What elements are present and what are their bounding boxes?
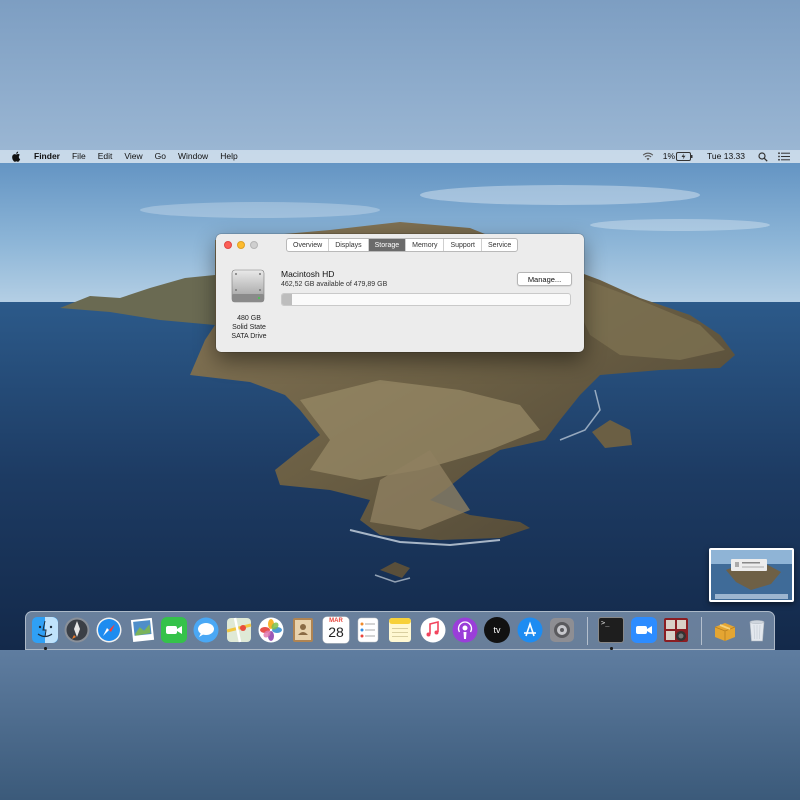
calendar-day: 28 <box>328 624 344 640</box>
disk-info: 480 GB Solid State SATA Drive <box>222 314 276 341</box>
tv-icon[interactable]: tv <box>484 617 510 643</box>
volume-availability: 462,52 GB available of 479,89 GB <box>281 281 388 288</box>
dock-separator-2 <box>701 617 702 645</box>
photo-booth-icon[interactable] <box>663 617 689 643</box>
facetime-icon[interactable] <box>161 617 187 643</box>
desktop-wallpaper <box>0 150 800 650</box>
menu-file[interactable]: File <box>66 150 92 163</box>
tab-displays[interactable]: Displays <box>329 239 369 251</box>
menu-window[interactable]: Window <box>172 150 214 163</box>
terminal-icon[interactable]: >_ <box>598 617 624 643</box>
tv-icon-label: tv <box>493 625 501 635</box>
hard-drive-icon <box>231 269 265 303</box>
music-icon[interactable] <box>420 617 446 643</box>
tab-bar: Overview Displays Storage Memory Support… <box>286 238 519 252</box>
tab-memory[interactable]: Memory <box>406 239 445 251</box>
app-store-icon[interactable] <box>517 617 543 643</box>
system-preferences-icon[interactable] <box>549 617 575 643</box>
menu-app-name[interactable]: Finder <box>28 150 66 163</box>
spotlight-icon[interactable] <box>758 151 768 162</box>
menu-clock[interactable]: Tue 13.33 <box>707 150 745 163</box>
zoom-button <box>250 241 258 249</box>
trash-icon[interactable] <box>744 617 770 643</box>
tab-storage[interactable]: Storage <box>368 239 407 251</box>
disk-size: 480 GB <box>237 315 261 322</box>
desktop: Finder File Edit View Go Window Help 1% <box>0 150 800 650</box>
calendar-icon[interactable]: MAR 28 <box>323 617 349 643</box>
running-indicator-terminal <box>610 647 613 650</box>
screenshot-top-backdrop <box>0 0 800 150</box>
manage-button[interactable]: Manage... <box>517 272 572 286</box>
screenshot-thumbnail-image <box>711 550 792 600</box>
menu-view[interactable]: View <box>118 150 148 163</box>
close-button[interactable] <box>224 241 232 249</box>
about-this-mac-window: Overview Displays Storage Memory Support… <box>216 234 584 352</box>
battery-percent[interactable]: 1% <box>663 150 675 163</box>
apple-icon[interactable] <box>10 151 22 162</box>
dock-separator <box>587 617 588 645</box>
tab-service[interactable]: Service <box>482 239 517 251</box>
menu-bar: Finder File Edit View Go Window Help 1% <box>0 150 800 163</box>
menu-edit[interactable]: Edit <box>92 150 119 163</box>
volume-name: Macintosh HD <box>281 269 335 279</box>
storage-usage-fill <box>282 294 293 305</box>
notification-center-icon[interactable] <box>778 152 790 161</box>
messages-icon[interactable] <box>193 617 219 643</box>
reminders-icon[interactable] <box>355 617 381 643</box>
window-titlebar[interactable]: Overview Displays Storage Memory Support… <box>216 234 584 256</box>
screenshot-thumbnail[interactable] <box>709 548 794 602</box>
minimize-button[interactable] <box>237 241 245 249</box>
terminal-prompt: >_ <box>601 619 610 627</box>
disk-type-line1: Solid State <box>232 324 266 331</box>
preview-icon[interactable] <box>129 617 155 643</box>
notes-icon[interactable] <box>387 617 413 643</box>
menu-extras: 1% Tue 13.33 <box>637 150 800 163</box>
tab-overview[interactable]: Overview <box>287 239 330 251</box>
dock: MAR 28 tv >_ <box>25 611 775 650</box>
disk-type-line2: SATA Drive <box>231 333 267 340</box>
running-indicator-finder <box>44 647 47 650</box>
launchpad-icon[interactable] <box>64 617 90 643</box>
storage-usage-bar <box>281 293 571 306</box>
finder-icon[interactable] <box>32 617 58 643</box>
archive-utility-icon[interactable] <box>712 617 738 643</box>
podcasts-icon[interactable] <box>452 617 478 643</box>
screenshot-bottom-backdrop <box>0 650 800 800</box>
maps-icon[interactable] <box>226 617 252 643</box>
menu-help[interactable]: Help <box>214 150 243 163</box>
safari-icon[interactable] <box>96 617 122 643</box>
wifi-icon[interactable] <box>642 152 654 161</box>
zoom-icon[interactable] <box>631 617 657 643</box>
tab-support[interactable]: Support <box>444 239 482 251</box>
photos-icon[interactable] <box>258 617 284 643</box>
menu-go[interactable]: Go <box>149 150 172 163</box>
battery-icon[interactable] <box>676 152 693 161</box>
contacts-icon[interactable] <box>290 617 316 643</box>
